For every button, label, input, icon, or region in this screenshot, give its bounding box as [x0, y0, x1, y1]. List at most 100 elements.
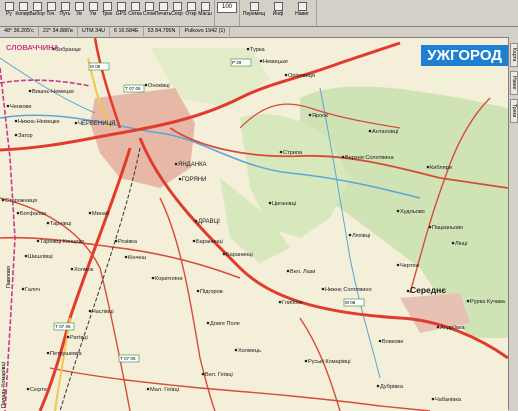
navigate-button[interactable]: Навиг: [291, 1, 313, 21]
place-label[interactable]: Тарнівці: [50, 221, 71, 227]
road-number-text: Т 07 06: [125, 86, 141, 91]
place-label[interactable]: ЯНДАНКА: [178, 162, 207, 168]
scale-button[interactable]: Масш: [198, 1, 212, 21]
place-label[interactable]: Циганівці: [272, 201, 296, 207]
place-label[interactable]: Середнє: [410, 285, 446, 295]
place-label[interactable]: Вишнє-Немецке: [32, 89, 74, 95]
place-label[interactable]: Чертеж: [400, 263, 419, 269]
place-label[interactable]: Шишлівці: [28, 254, 53, 260]
marker-icon: [46, 2, 56, 11]
place-label[interactable]: Баранинці: [196, 239, 223, 245]
place-dot: [6, 104, 10, 108]
toolbar-button-label: Печать: [154, 11, 172, 17]
info-button[interactable]: Инф: [267, 1, 289, 21]
place-label[interactable]: Пацканьово: [432, 225, 463, 231]
place-label[interactable]: Мал. Геївці: [150, 387, 179, 393]
place-dot: [206, 321, 210, 325]
layers-button[interactable]: Слои: [143, 1, 155, 21]
grid-button[interactable]: Сетка: [128, 1, 142, 21]
place-label[interactable]: ЧЕРВЕНИЦЯ: [78, 121, 115, 127]
place-label[interactable]: Вел. Геївці: [205, 372, 233, 378]
place-label[interactable]: Нижнє Солотвино: [325, 287, 372, 293]
place-dot: [396, 209, 400, 213]
side-tab-1[interactable]: Навиг: [510, 71, 518, 95]
place-label[interactable]: Холмець: [238, 348, 261, 354]
gps-button[interactable]: GPS: [115, 1, 127, 21]
place-label[interactable]: Загор: [18, 133, 33, 139]
side-tab-0[interactable]: Карта: [510, 43, 518, 67]
place-label[interactable]: Невицьке: [263, 59, 288, 65]
place-label[interactable]: Чабанівка: [435, 397, 462, 403]
map-viewport[interactable]: Собранце Турка Невицьке Оріховиця Оноківці Ви…: [0, 37, 508, 411]
place-label[interactable]: Ботфалва: [20, 211, 47, 217]
place-label[interactable]: Оноківці: [148, 83, 170, 89]
place-dot: [74, 121, 78, 125]
place-label[interactable]: Холмок: [74, 267, 94, 273]
place-label[interactable]: Часлівці: [92, 309, 114, 315]
place-label[interactable]: Андріївка: [440, 325, 466, 331]
place-label[interactable]: Турка: [250, 47, 266, 53]
place-label[interactable]: Стрипа: [283, 150, 303, 156]
road-number-label: P 29: [230, 58, 252, 67]
road-number-text: M 08: [345, 300, 356, 305]
place-label[interactable]: Анталовці: [372, 129, 398, 135]
road: [0, 197, 131, 411]
place-label[interactable]: Минай: [92, 210, 109, 217]
place-label[interactable]: Ляхівці: [352, 233, 370, 239]
place-label[interactable]: Оріховиця: [288, 73, 315, 79]
place-label[interactable]: ГОРЯНИ: [182, 177, 206, 183]
place-label[interactable]: Нижнє-Немецке: [18, 119, 60, 125]
copy-button[interactable]: Копир.: [15, 1, 31, 21]
side-tab-2[interactable]: Треки: [510, 99, 518, 123]
place-label[interactable]: Сторожниця: [5, 198, 37, 204]
place-label[interactable]: Розівка: [118, 239, 138, 245]
place-label[interactable]: Верхня Солотвина: [345, 155, 394, 161]
toolbar-button-label: Путь: [59, 11, 71, 17]
marker-button[interactable]: Точ.: [45, 1, 57, 21]
place-dot: [426, 165, 430, 169]
place-label[interactable]: Глибоке: [282, 300, 303, 306]
route-button[interactable]: Путь: [59, 1, 71, 21]
open-button[interactable]: Откр: [185, 1, 197, 21]
place-label[interactable]: Ратівці: [70, 335, 88, 341]
map-canvas[interactable]: Собранце ТуркаНевицькеОріховицяОноківціВи…: [0, 38, 508, 411]
place-label[interactable]: Рурка Кучава: [470, 299, 506, 305]
place-label[interactable]: ДРАВЦІ: [198, 219, 220, 225]
place-label[interactable]: Коритняни: [155, 276, 183, 282]
place-label[interactable]: Петрушевка: [50, 351, 82, 357]
hand-button[interactable]: Ру: [3, 1, 15, 21]
place-label[interactable]: Вел. Лази: [290, 269, 315, 275]
zoom-in-button[interactable]: Ув: [73, 1, 85, 21]
place-dot: [194, 219, 198, 223]
place-label[interactable]: Руські Комарівці: [308, 359, 351, 365]
place-label[interactable]: Яроок: [312, 113, 328, 119]
place-label[interactable]: Підгоров: [200, 289, 223, 295]
place-label[interactable]: Сюрте: [30, 387, 47, 393]
place-dot: [279, 150, 283, 154]
place-label[interactable]: Дубрівка: [380, 384, 404, 390]
place-dot: [14, 119, 18, 123]
place-label[interactable]: Кінчеш: [128, 255, 147, 261]
road-number-text: T 07 05: [120, 356, 136, 361]
zoom-out-button[interactable]: Ум: [87, 1, 99, 21]
place-label[interactable]: Баранинці: [226, 252, 253, 258]
track-button[interactable]: Трек: [101, 1, 113, 21]
city-banner: УЖГОРОД: [421, 45, 508, 66]
place-label[interactable]: Вовкове: [382, 339, 403, 345]
zoom-out-icon: [88, 2, 98, 11]
place-label[interactable]: Тарнівці Концово: [40, 239, 84, 245]
zoom-input[interactable]: 100: [217, 2, 237, 13]
save-button[interactable]: Сохр: [171, 1, 183, 21]
place-label[interactable]: Лінці: [455, 241, 467, 247]
toolbar-button-label: Ув: [76, 11, 82, 17]
place-label[interactable]: Худльово: [400, 209, 425, 215]
place-label[interactable]: Галоч: [25, 287, 40, 293]
move-button[interactable]: Перемещ: [243, 1, 265, 21]
place-dot: [259, 59, 263, 63]
print-button[interactable]: Печать: [154, 1, 172, 21]
cursor-button[interactable]: Выбор: [29, 1, 45, 21]
place-label[interactable]: Довге Поле: [210, 321, 240, 327]
place-label[interactable]: Кибляри: [430, 165, 452, 171]
place-label[interactable]: Ченкове: [10, 104, 32, 110]
toolbar-button-label: Масш: [198, 11, 212, 17]
